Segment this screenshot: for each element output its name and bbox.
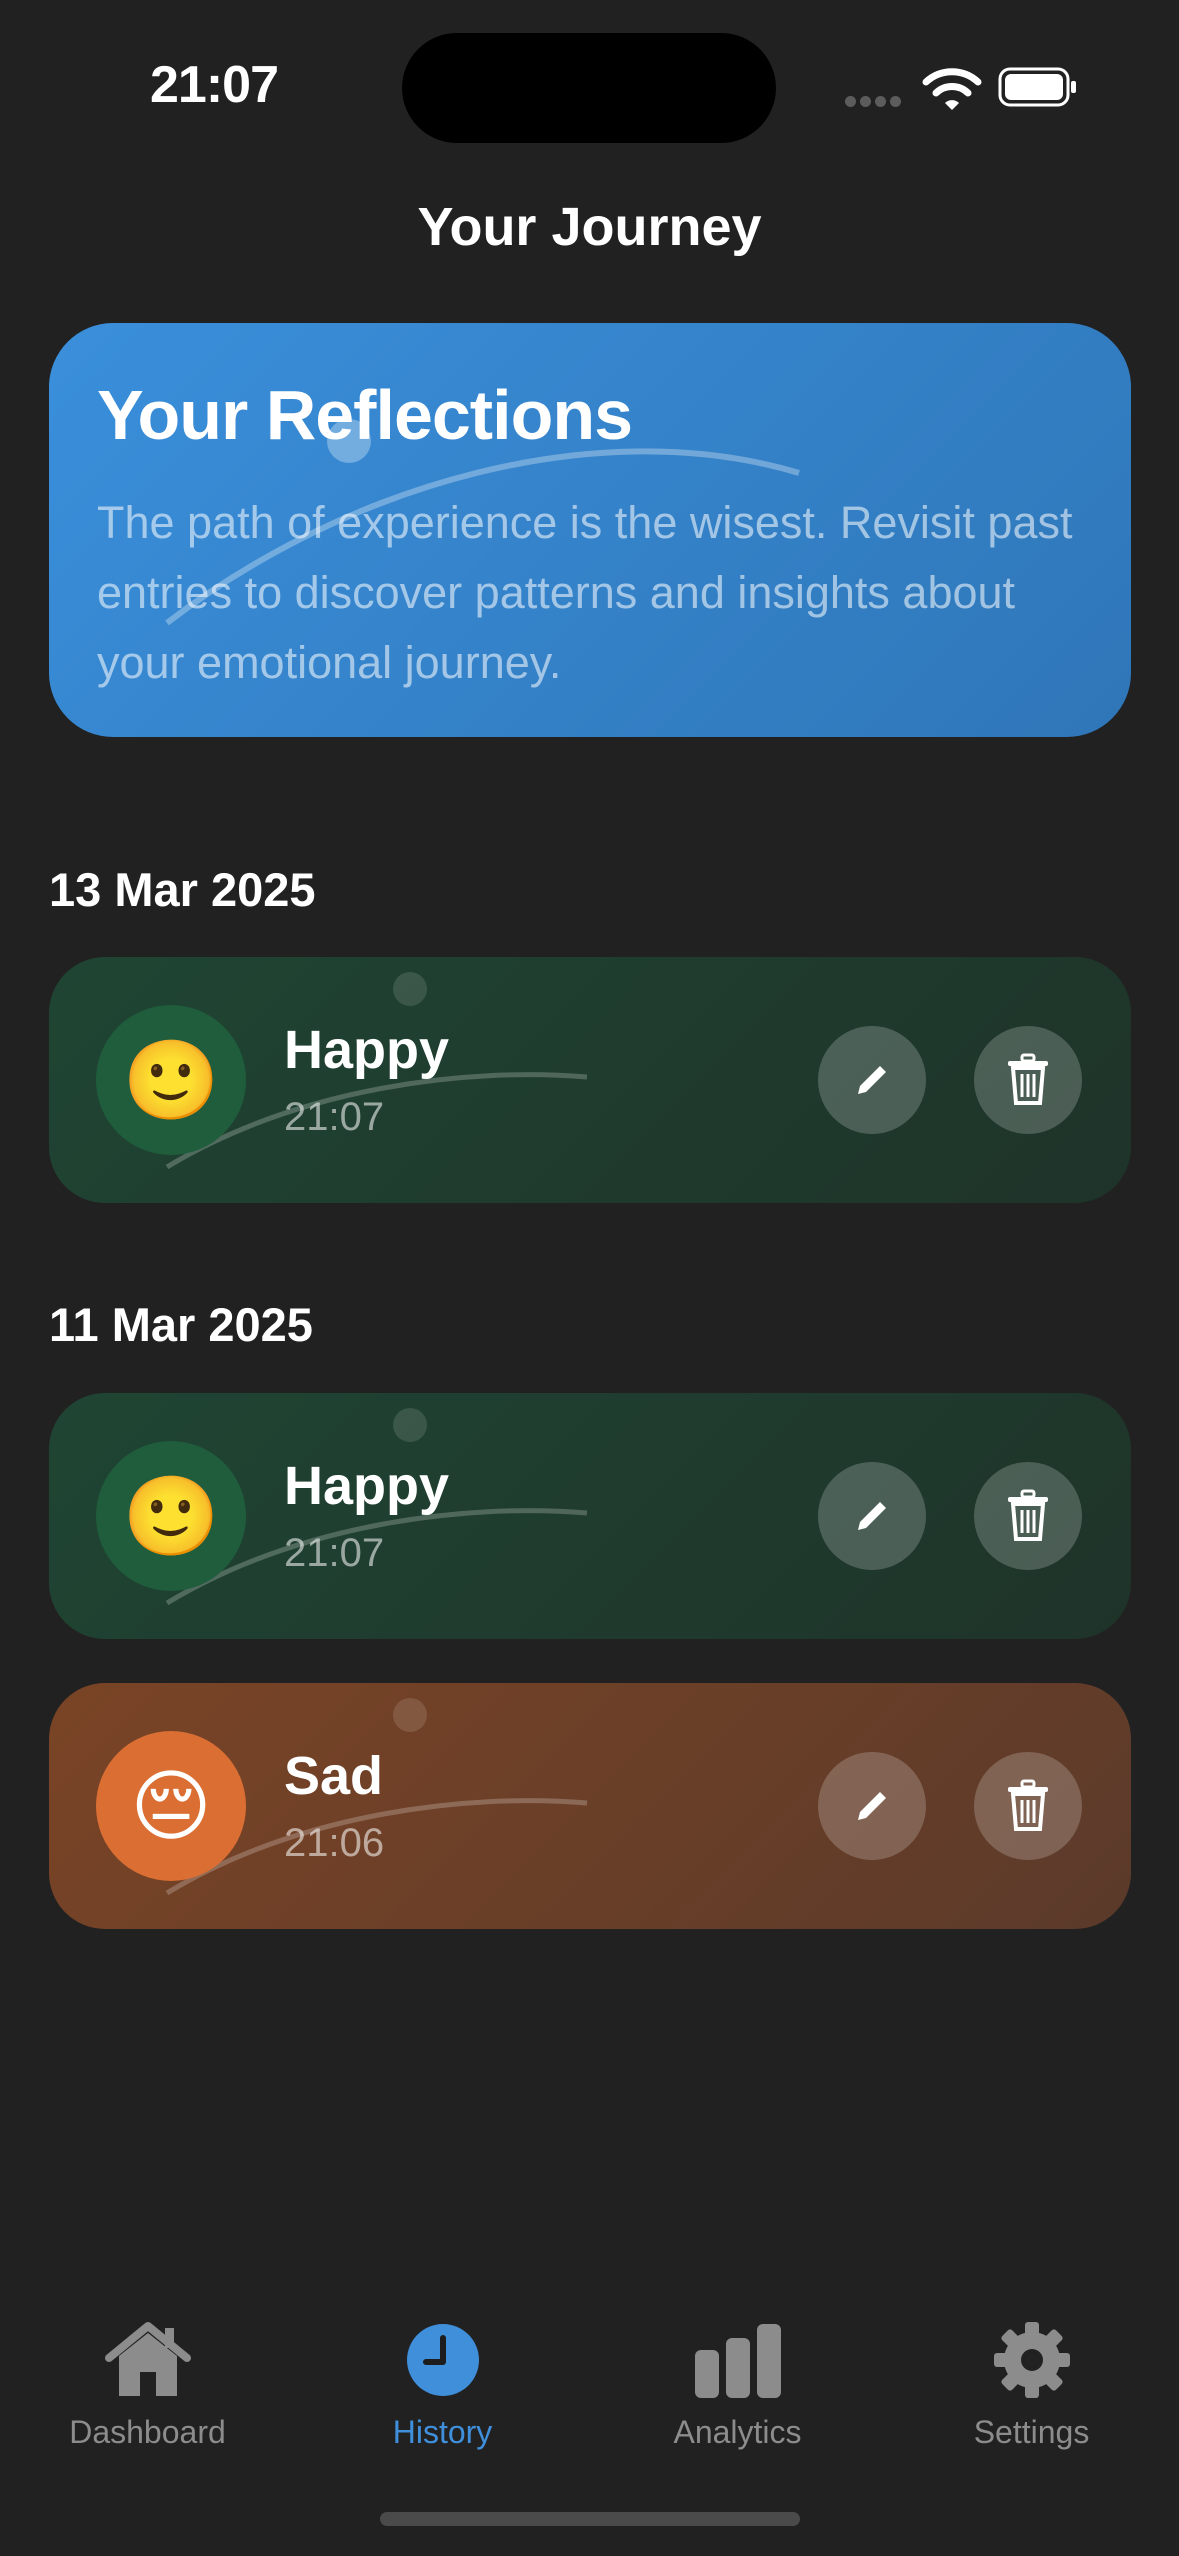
house-icon xyxy=(104,2322,191,2396)
cellular-signal-icon xyxy=(845,94,907,107)
mood-label: Happy xyxy=(284,1456,450,1516)
dynamic-island xyxy=(402,33,776,143)
status-time: 21:07 xyxy=(150,56,279,114)
mood-avatar: 🙂 xyxy=(96,1005,246,1155)
pencil-icon xyxy=(858,1792,886,1820)
date-header: 11 Mar 2025 xyxy=(49,1298,313,1351)
battery-icon xyxy=(998,67,1076,107)
date-header: 13 Mar 2025 xyxy=(49,863,316,916)
delete-button[interactable] xyxy=(974,1026,1082,1134)
tab-label: Dashboard xyxy=(69,2414,226,2450)
delete-button[interactable] xyxy=(974,1462,1082,1570)
mood-entry-card[interactable]: 🙂 Happy 21:07 xyxy=(49,957,1131,1203)
mood-entry-card[interactable]: 🙂 Happy 21:07 xyxy=(49,1393,1131,1639)
entry-time: 21:07 xyxy=(284,1531,385,1575)
home-indicator xyxy=(380,2512,800,2526)
sad-face-icon: 😔 xyxy=(130,1762,212,1850)
mood-avatar: 😔 xyxy=(96,1731,246,1881)
pencil-icon xyxy=(858,1502,886,1530)
wifi-icon xyxy=(922,68,982,110)
tab-label: Settings xyxy=(973,2414,1090,2450)
hero-title: Your Reflections xyxy=(97,376,633,454)
mood-label: Happy xyxy=(284,1020,450,1080)
hero-description: The path of experience is the wisest. Re… xyxy=(97,497,1073,688)
tab-history[interactable]: History xyxy=(295,2320,590,2451)
pencil-icon xyxy=(858,1066,886,1094)
edit-button[interactable] xyxy=(818,1026,926,1134)
clock-icon xyxy=(406,2324,479,2396)
mood-label: Sad xyxy=(284,1746,384,1806)
tab-label: Analytics xyxy=(673,2414,802,2450)
trash-icon xyxy=(1008,1779,1048,1831)
bar-chart-icon xyxy=(694,2324,781,2398)
entry-time: 21:07 xyxy=(284,1095,385,1139)
trash-icon xyxy=(1008,1489,1048,1541)
reflections-card: Your Reflections The path of experience … xyxy=(49,323,1131,737)
gear-icon xyxy=(993,2322,1070,2398)
edit-button[interactable] xyxy=(818,1462,926,1570)
edit-button[interactable] xyxy=(818,1752,926,1860)
mood-entry-card[interactable]: 😔 Sad 21:06 xyxy=(49,1683,1131,1929)
happy-face-icon: 🙂 xyxy=(122,1472,220,1560)
entry-time: 21:06 xyxy=(284,1821,385,1865)
tab-label: History xyxy=(392,2414,493,2450)
trash-icon xyxy=(1008,1053,1048,1105)
happy-face-icon: 🙂 xyxy=(122,1036,220,1124)
tab-settings[interactable]: Settings xyxy=(884,2320,1179,2451)
tab-dashboard[interactable]: Dashboard xyxy=(0,2320,295,2451)
page-title: Your Journey xyxy=(417,197,762,257)
delete-button[interactable] xyxy=(974,1752,1082,1860)
mood-avatar: 🙂 xyxy=(96,1441,246,1591)
tab-analytics[interactable]: Analytics xyxy=(590,2320,885,2451)
